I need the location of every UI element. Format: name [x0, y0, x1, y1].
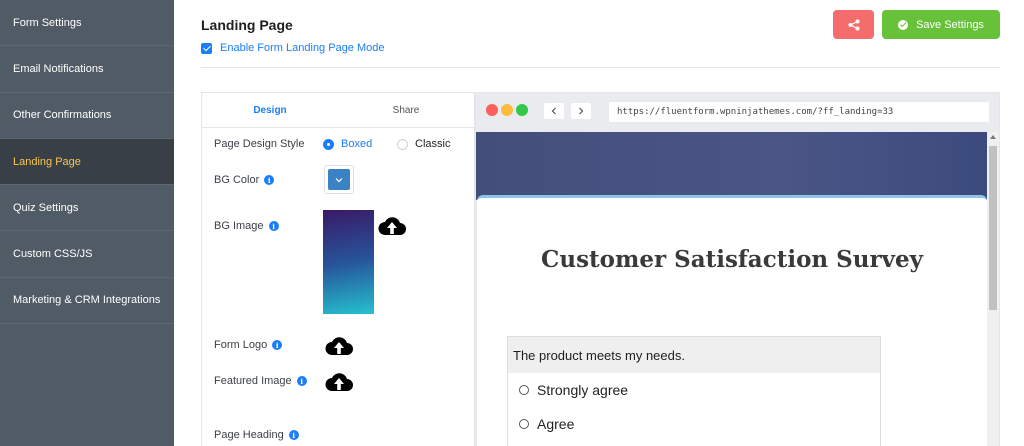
bg-color-label: BG Color i [214, 174, 275, 186]
chevron-right-icon [579, 107, 584, 115]
sidebar-item-form-settings[interactable]: Form Settings [0, 0, 174, 47]
scroll-up-arrow-icon[interactable] [990, 135, 996, 139]
bg-color-swatch [328, 169, 350, 190]
browser-url-bar[interactable]: https://fluentform.wpninjathemes.com/?ff… [609, 102, 989, 122]
choice-strongly-agree[interactable]: Strongly agree [508, 373, 880, 407]
radio-unselected-icon[interactable] [519, 385, 529, 395]
radio-unselected-icon[interactable] [397, 138, 408, 150]
bg-image-thumbnail[interactable] [323, 210, 374, 314]
info-icon[interactable]: i [264, 175, 275, 185]
style-option-boxed[interactable]: Boxed [323, 138, 372, 150]
enable-landing-page-label: Enable Form Landing Page Mode [220, 42, 385, 54]
form-logo-text: Form Logo [214, 339, 268, 351]
cloud-upload-icon[interactable] [377, 215, 407, 237]
checkbox-checked-icon[interactable] [201, 42, 212, 54]
radio-selected-icon[interactable] [323, 138, 334, 150]
chevron-left-icon [551, 107, 556, 115]
sidebar-item-custom-css-js[interactable]: Custom CSS/JS [0, 231, 174, 278]
browser-back-button[interactable] [544, 103, 564, 119]
settings-sidebar: Form Settings Email Notifications Other … [0, 0, 174, 446]
bg-image-text: BG Image [214, 220, 264, 232]
style-classic-label: Classic [415, 138, 451, 150]
header-divider [201, 67, 1000, 68]
browser-forward-button[interactable] [571, 103, 591, 119]
design-style-text: Page Design Style [214, 138, 305, 150]
page-title: Landing Page [201, 17, 293, 33]
choice-label: Agree [537, 416, 575, 432]
info-icon[interactable]: i [272, 340, 283, 350]
landing-page-preview: https://fluentform.wpninjathemes.com/?ff… [475, 92, 1000, 446]
tab-design[interactable]: Design [202, 93, 338, 127]
design-style-label: Page Design Style [214, 138, 305, 150]
bg-color-picker[interactable] [324, 165, 354, 194]
share-button[interactable] [833, 10, 874, 39]
question-block: The product meets my needs. Strongly agr… [507, 336, 881, 446]
sidebar-item-email-notifications[interactable]: Email Notifications [0, 46, 174, 93]
scrollbar-thumb[interactable] [989, 146, 997, 310]
page-heading-text: Page Heading [214, 429, 284, 441]
survey-title: Customer Satisfaction Survey [541, 246, 923, 273]
landing-settings-panel: Design Share Page Design Style Boxed Cla… [201, 92, 475, 446]
browser-maximize-dot [516, 104, 528, 116]
chevron-down-icon [335, 177, 343, 182]
settings-tabs: Design Share [202, 93, 474, 128]
cloud-upload-icon[interactable] [324, 371, 354, 393]
form-logo-label: Form Logo i [214, 339, 283, 351]
browser-minimize-dot [501, 104, 513, 116]
share-icon [848, 19, 859, 30]
info-icon[interactable]: i [296, 376, 307, 386]
tab-share[interactable]: Share [338, 93, 474, 127]
sidebar-item-quiz-settings[interactable]: Quiz Settings [0, 185, 174, 232]
browser-bar: https://fluentform.wpninjathemes.com/?ff… [476, 93, 999, 130]
preview-scrollbar[interactable] [987, 132, 999, 446]
choice-agree[interactable]: Agree [508, 407, 880, 441]
info-icon[interactable]: i [268, 221, 279, 231]
cloud-upload-icon[interactable] [324, 335, 354, 357]
bg-color-text: BG Color [214, 174, 260, 186]
question-text: The product meets my needs. [508, 337, 880, 373]
preview-hero-background [476, 132, 987, 200]
sidebar-item-other-confirmations[interactable]: Other Confirmations [0, 93, 174, 139]
sidebar-item-marketing-crm[interactable]: Marketing & CRM Integrations [0, 278, 174, 325]
sidebar-item-landing-page[interactable]: Landing Page [0, 138, 174, 186]
style-option-classic[interactable]: Classic [397, 138, 450, 150]
choice-label: Strongly agree [537, 382, 629, 398]
check-circle-icon [898, 19, 909, 30]
bg-image-label: BG Image i [214, 220, 279, 232]
featured-image-text: Featured Image [214, 375, 292, 387]
browser-close-dot [486, 104, 498, 116]
style-boxed-label: Boxed [341, 138, 373, 150]
info-icon[interactable]: i [288, 430, 299, 440]
featured-image-label: Featured Image i [214, 375, 307, 387]
save-settings-button[interactable]: Save Settings [882, 10, 1000, 39]
enable-landing-page-toggle[interactable]: Enable Form Landing Page Mode [201, 42, 385, 54]
preview-form-card: Customer Satisfaction Survey The product… [477, 195, 987, 446]
radio-unselected-icon[interactable] [519, 419, 529, 429]
page-heading-label: Page Heading i [214, 429, 299, 441]
save-settings-label: Save Settings [916, 18, 984, 31]
